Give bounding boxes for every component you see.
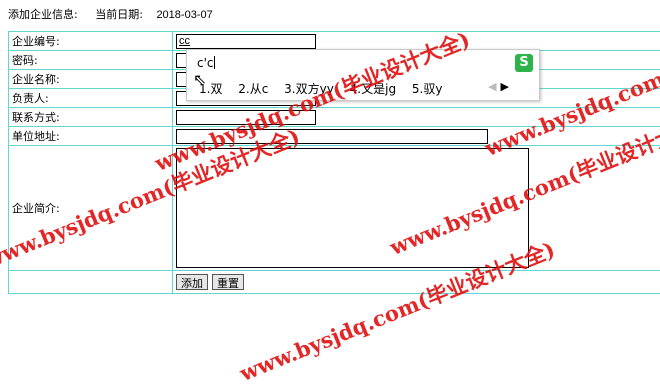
ime-candidate[interactable]: 5.驭y: [412, 82, 443, 96]
address-label: 单位地址:: [9, 127, 173, 146]
reset-button[interactable]: 重置: [212, 274, 244, 290]
manager-label: 负责人:: [9, 89, 173, 108]
intro-textarea[interactable]: [176, 148, 529, 268]
row-address: 单位地址:: [9, 127, 660, 146]
code-label: 企业编号:: [9, 32, 173, 51]
date-label: 当前日期:: [95, 8, 143, 21]
ime-composition-text: c'c: [197, 56, 214, 70]
ime-candidate-popup: c'c S 1.双 2.从c 3.双方yy 4.又是jg 5.驭y ◀▶: [186, 49, 540, 101]
ime-candidate[interactable]: 2.从c: [238, 82, 268, 96]
ime-candidate[interactable]: 3.双方yy: [284, 82, 334, 96]
ime-caret: [214, 56, 215, 69]
add-button[interactable]: 添加: [176, 274, 208, 290]
intro-label: 企业简介:: [9, 146, 173, 271]
password-label: 密码:: [9, 51, 173, 70]
row-contact: 联系方式:: [9, 108, 660, 127]
page-header: 添加企业信息: 当前日期: 2018-03-07: [8, 6, 213, 20]
row-intro: 企业简介:: [9, 146, 660, 271]
page-title: 添加企业信息:: [8, 8, 78, 21]
row-code: 企业编号: cc: [9, 32, 660, 51]
contact-input[interactable]: [176, 110, 316, 125]
address-input[interactable]: [176, 129, 488, 144]
ime-candidate[interactable]: 4.又是jg: [350, 82, 396, 96]
date-value: 2018-03-07: [156, 9, 212, 21]
ime-prev-icon[interactable]: ◀: [488, 80, 496, 93]
ime-candidate-list: 1.双 2.从c 3.双方yy 4.又是jg 5.驭y: [199, 80, 454, 97]
contact-label: 联系方式:: [9, 108, 173, 127]
code-value: cc: [179, 35, 190, 47]
mouse-cursor-icon: ⇖: [193, 70, 206, 89]
name-label: 企业名称:: [9, 70, 173, 89]
row-actions: 添加重置: [9, 271, 660, 294]
ime-logo-icon: S: [515, 54, 533, 72]
ime-composition: c'c: [197, 56, 215, 70]
ime-page-nav: ◀▶: [488, 80, 509, 93]
ime-next-icon[interactable]: ▶: [501, 80, 509, 93]
code-input[interactable]: cc: [176, 34, 316, 49]
